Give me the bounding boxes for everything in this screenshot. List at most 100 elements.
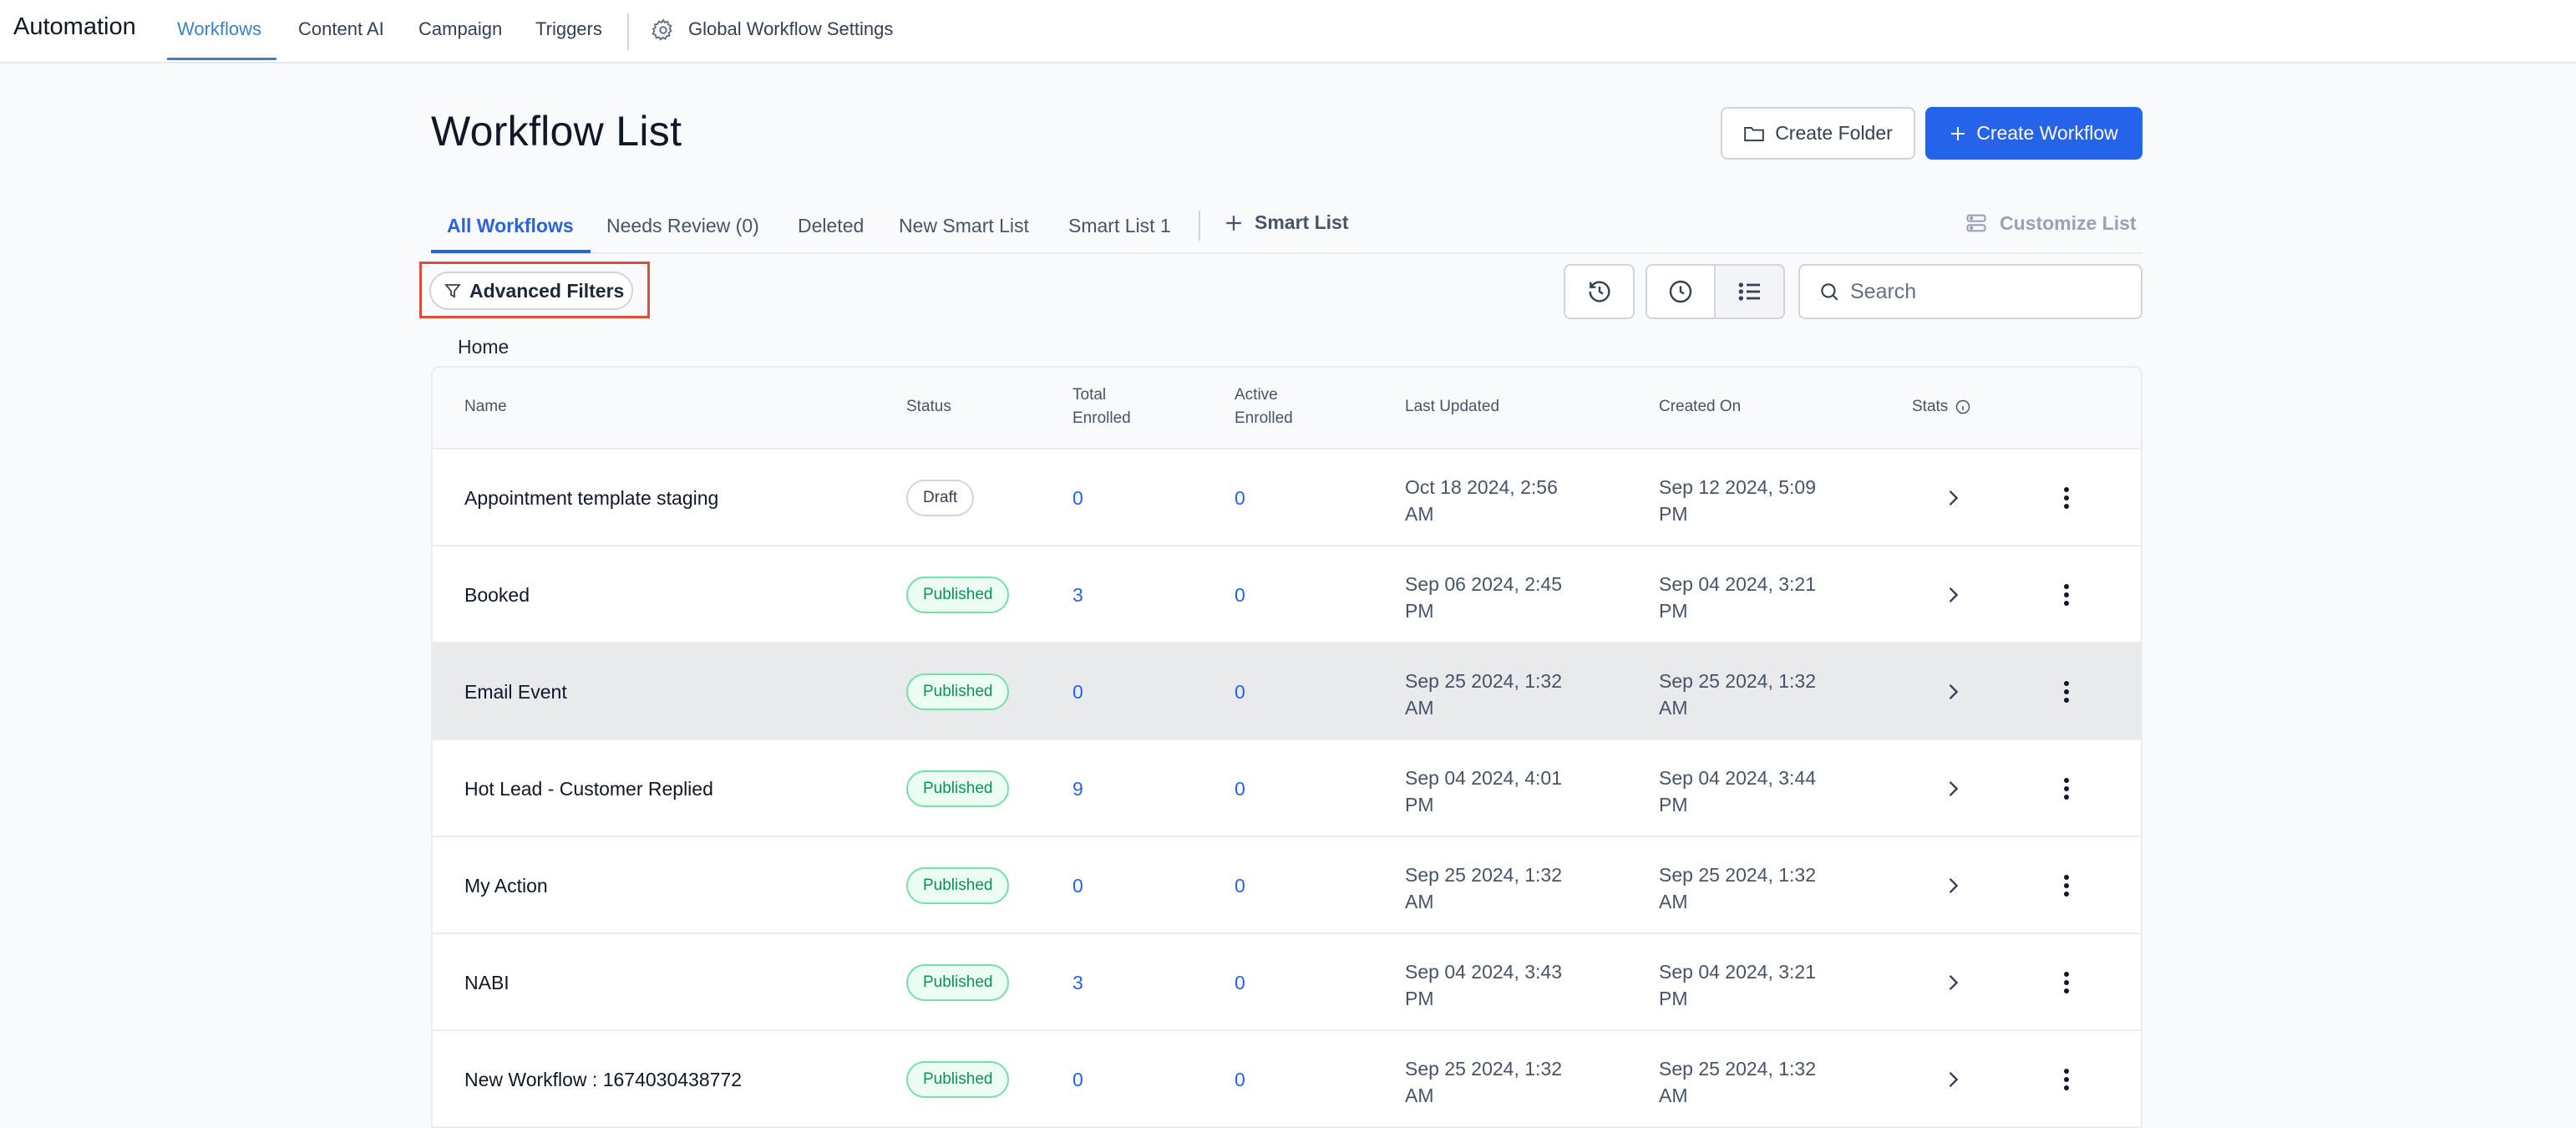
table-row[interactable]: Hot Lead - Customer Replied Published 9 … (433, 740, 2141, 837)
status-badge: Published (906, 964, 1010, 1001)
more-vertical-icon[interactable] (2056, 775, 2077, 802)
active-enrolled-count[interactable]: 0 (1235, 487, 1245, 510)
table-row[interactable]: My Action Published 0 0 Sep 25 2024, 1:3… (433, 837, 2141, 934)
column-last-updated[interactable]: Last Updated (1405, 395, 1499, 419)
chevron-right-icon[interactable] (1941, 1068, 1965, 1091)
top-navbar: Automation Workflows Content AI Campaign… (0, 0, 2576, 64)
active-enrolled-count[interactable]: 0 (1235, 972, 1245, 994)
table-row[interactable]: NABI Published 3 0 Sep 04 2024, 3:43 PM … (433, 934, 2141, 1031)
workflow-name[interactable]: Email Event (464, 681, 567, 704)
tab-needs-review[interactable]: Needs Review (0) (606, 215, 759, 237)
total-enrolled-count[interactable]: 0 (1072, 681, 1083, 704)
total-enrolled-count[interactable]: 9 (1072, 778, 1083, 800)
chevron-right-icon[interactable] (1941, 777, 1965, 800)
search-icon (1821, 283, 1838, 301)
total-enrolled-count[interactable]: 3 (1072, 972, 1083, 994)
total-enrolled-count[interactable]: 0 (1072, 1069, 1083, 1091)
total-enrolled-count[interactable]: 0 (1072, 875, 1083, 897)
workflow-name[interactable]: Appointment template staging (464, 487, 718, 510)
chevron-right-icon[interactable] (1941, 680, 1965, 704)
created-on-line2: PM (1659, 503, 1688, 525)
chevron-right-icon[interactable] (1941, 971, 1965, 994)
total-enrolled-count[interactable]: 0 (1072, 487, 1083, 510)
nav-content-ai[interactable]: Content AI (298, 18, 384, 40)
created-on-line2: AM (1659, 697, 1688, 719)
active-enrolled-count[interactable]: 0 (1235, 681, 1245, 704)
customize-list-label: Customize List (2000, 211, 2137, 234)
chevron-right-icon[interactable] (1941, 486, 1965, 510)
info-icon[interactable] (1955, 399, 1971, 415)
chevron-right-icon[interactable] (1941, 874, 1965, 897)
last-updated-date: Oct 18 2024, 2:56 AM (1405, 474, 1614, 527)
chevron-right-icon[interactable] (1941, 583, 1965, 607)
created-on-line2: AM (1659, 891, 1688, 912)
workflow-name[interactable]: NABI (464, 972, 510, 994)
breadcrumb-home[interactable]: Home (458, 336, 509, 358)
created-on-line1: Sep 12 2024, 5:09 (1659, 476, 1816, 498)
workflow-name[interactable]: My Action (464, 875, 548, 897)
tab-new-smart-list[interactable]: New Smart List (899, 215, 1029, 237)
add-smart-list-button[interactable]: Smart List (1225, 211, 1348, 234)
created-on-date: Sep 25 2024, 1:32 AM (1659, 861, 1868, 915)
plus-icon (1226, 215, 1241, 231)
nav-campaign[interactable]: Campaign (418, 18, 502, 40)
more-vertical-icon[interactable] (2056, 969, 2077, 996)
active-enrolled-count[interactable]: 0 (1235, 875, 1245, 897)
table-row[interactable]: New Workflow : 1674030438772 Published 0… (433, 1031, 2141, 1128)
list-view-button[interactable] (1714, 264, 1785, 319)
more-vertical-icon[interactable] (2056, 1066, 2077, 1093)
column-stats: Stats (1912, 395, 1971, 419)
created-on-line1: Sep 25 2024, 1:32 (1659, 864, 1816, 886)
create-folder-button[interactable]: Create Folder (1721, 107, 1915, 160)
last-updated-date: Sep 25 2024, 1:32 AM (1405, 668, 1614, 721)
tab-all-workflows[interactable]: All Workflows (447, 215, 574, 237)
last-updated-line1: Sep 25 2024, 1:32 (1405, 864, 1562, 886)
more-vertical-icon[interactable] (2056, 678, 2077, 705)
tab-smart-list-1[interactable]: Smart List 1 (1068, 215, 1171, 237)
created-on-line1: Sep 25 2024, 1:32 (1659, 1058, 1816, 1080)
workflow-name[interactable]: New Workflow : 1674030438772 (464, 1069, 742, 1091)
tabs-baseline (431, 252, 2142, 254)
last-updated-line1: Sep 25 2024, 1:32 (1405, 670, 1562, 692)
column-status[interactable]: Status (906, 395, 951, 419)
column-created-on[interactable]: Created On (1659, 395, 1741, 419)
active-enrolled-count[interactable]: 0 (1235, 584, 1245, 607)
tab-active-indicator (431, 250, 591, 253)
more-vertical-icon[interactable] (2056, 582, 2077, 608)
nav-workflows[interactable]: Workflows (177, 18, 261, 40)
history-button[interactable] (1564, 264, 1635, 319)
column-active-enrolled[interactable]: Active Enrolled (1235, 384, 1293, 430)
more-vertical-icon[interactable] (2056, 872, 2077, 899)
more-vertical-icon[interactable] (2056, 485, 2077, 511)
gear-icon[interactable] (651, 18, 676, 43)
workflow-name[interactable]: Booked (464, 584, 530, 607)
search-box[interactable] (1798, 264, 2142, 319)
column-stats-label: Stats (1912, 398, 1949, 415)
last-updated-line2: PM (1405, 794, 1434, 816)
last-updated-line2: AM (1405, 1085, 1434, 1106)
search-input[interactable] (1850, 279, 2134, 304)
column-name[interactable]: Name (464, 395, 507, 419)
nav-global-workflow-settings[interactable]: Global Workflow Settings (688, 18, 893, 40)
status-badge: Published (906, 673, 1010, 710)
column-active-enrolled-line1: Active (1235, 386, 1278, 404)
column-total-enrolled[interactable]: Total Enrolled (1072, 384, 1131, 430)
active-enrolled-count[interactable]: 0 (1235, 1069, 1245, 1091)
table-row[interactable]: Appointment template staging Draft 0 0 O… (433, 450, 2141, 546)
advanced-filters-button[interactable]: Advanced Filters (429, 272, 633, 310)
status-badge: Published (906, 1061, 1010, 1098)
customize-list-button[interactable]: Customize List (1965, 211, 2137, 235)
table-row[interactable]: Booked Published 3 0 Sep 06 2024, 2:45 P… (433, 546, 2141, 643)
total-enrolled-count[interactable]: 3 (1072, 584, 1083, 607)
folder-icon (1744, 126, 1764, 141)
nav-active-indicator (167, 58, 276, 60)
tab-deleted[interactable]: Deleted (798, 215, 864, 237)
active-enrolled-count[interactable]: 0 (1235, 778, 1245, 800)
recent-view-button[interactable] (1645, 264, 1716, 319)
filter-icon (444, 284, 461, 298)
nav-triggers[interactable]: Triggers (535, 18, 602, 40)
create-workflow-button[interactable]: Create Workflow (1925, 107, 2142, 160)
status-badge: Published (906, 770, 1010, 807)
table-row[interactable]: Email Event Published 0 0 Sep 25 2024, 1… (433, 643, 2141, 740)
workflow-name[interactable]: Hot Lead - Customer Replied (464, 778, 713, 800)
